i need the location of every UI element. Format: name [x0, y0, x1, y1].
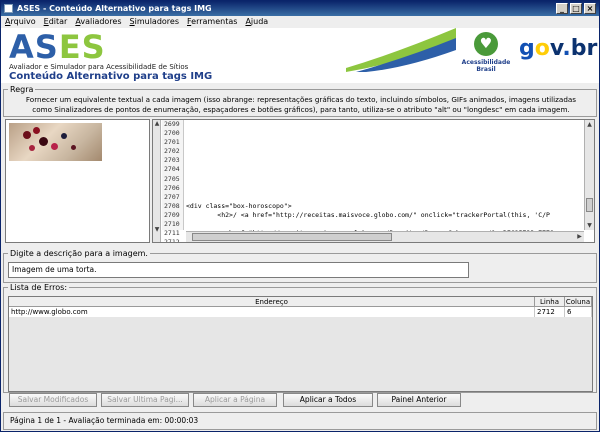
menu-simuladores[interactable]: Simuladores: [130, 16, 179, 28]
scroll-down-arrow-icon[interactable]: ▼: [585, 221, 594, 230]
window-title: ASES - Conteúdo Alternativo para tags IM…: [17, 4, 212, 13]
line-number: 2712: [164, 238, 180, 243]
line-number: 2711: [164, 229, 180, 238]
gov-br-logo: gov.br: [519, 36, 598, 61]
code-line: <h2>/ <a href="http://receitas.maisvoce.…: [186, 210, 550, 219]
close-button[interactable]: ×: [584, 3, 596, 14]
menu-ferramentas[interactable]: Ferramentas: [187, 16, 237, 28]
menu-avaliadores[interactable]: Avaliadores: [75, 16, 121, 28]
line-number: 2708: [164, 201, 180, 210]
rule-panel: Regra Fornecer um equivalente textual a …: [3, 85, 597, 117]
page-title: Conteúdo Alternativo para tags IMG: [9, 71, 213, 82]
scroll-up-icon[interactable]: ▲: [153, 120, 161, 128]
image-preview-pane: [5, 119, 150, 243]
save-last-page-button[interactable]: Salvar Ultima Pagi...: [101, 393, 189, 407]
source-code-pane[interactable]: ▲ ▼ 2699 2700 2701 2702 2703 2704 2705 2706 2707…: [152, 119, 595, 243]
menu-ajuda[interactable]: Ajuda: [245, 16, 268, 28]
errors-table: Endereço Linha Coluna http://www.globo.c…: [8, 296, 593, 392]
scroll-up-arrow-icon[interactable]: ▲: [585, 120, 594, 129]
line-number: 2699: [164, 120, 180, 128]
scroll-down-icon[interactable]: ▼: [153, 226, 161, 234]
rule-title: Regra: [8, 85, 36, 95]
errors-panel: Lista de Erros: Endereço Linha Coluna ht…: [3, 283, 597, 393]
minimize-button[interactable]: _: [556, 3, 568, 14]
app-window: ASES - Conteúdo Alternativo para tags IM…: [0, 0, 600, 432]
line-number-gutter: 2699 2700 2701 2702 2703 2704 2705 2706 2707 2708…: [162, 120, 184, 242]
logo-subtitle: Avaliador e Simulador para Acessibilidad…: [9, 63, 189, 71]
line-number: 2709: [164, 210, 180, 219]
horizontal-scroll-thumb[interactable]: [192, 233, 392, 241]
line-number: 2704: [164, 165, 180, 174]
status-bar: Página 1 de 1 - Avaliação terminada em: …: [3, 412, 597, 430]
header-linha[interactable]: Linha: [535, 297, 565, 306]
line-number: 2700: [164, 129, 180, 138]
line-number: 2707: [164, 192, 180, 201]
errors-title: Lista de Erros:: [8, 283, 70, 293]
cell-linha: 2712: [535, 307, 565, 317]
header-banner: ASES Avaliador e Simulador para Acessibi…: [1, 28, 599, 83]
apply-all-button[interactable]: Aplicar a Todos: [283, 393, 373, 407]
image-thumbnail: [9, 123, 102, 161]
line-number: 2703: [164, 156, 180, 165]
code-text[interactable]: <div class="box-horoscopo"> <h2>/ <a hre…: [186, 120, 584, 242]
vertical-scroll-thumb[interactable]: [586, 198, 593, 212]
line-number: 2710: [164, 220, 180, 229]
apply-page-button[interactable]: Aplicar a Página: [193, 393, 277, 407]
acessibilidade-brasil-logo: ♥ Acessibilidade Brasil: [456, 32, 516, 80]
description-panel: Digite a descrição para a imagem. Imagem…: [3, 249, 597, 283]
line-number: 2702: [164, 147, 180, 156]
line-number: 2706: [164, 183, 180, 192]
table-row[interactable]: http://www.globo.com 2712 6: [9, 307, 592, 317]
accessibility-heart-icon: ♥: [474, 32, 498, 56]
header-endereco[interactable]: Endereço: [9, 297, 535, 306]
cell-coluna: 6: [565, 307, 592, 317]
line-number: 2701: [164, 138, 180, 147]
code-line: <div class="box-horoscopo">: [186, 201, 292, 210]
description-input[interactable]: Imagem de uma torta.: [8, 262, 469, 278]
menu-bar: Arquivo Editar Avaliadores Simuladores F…: [1, 16, 599, 28]
description-title: Digite a descrição para a imagem.: [8, 249, 150, 259]
swoosh-graphic: [346, 28, 456, 72]
scroll-right-arrow-icon[interactable]: ▶: [575, 232, 584, 241]
table-header: Endereço Linha Coluna: [9, 297, 592, 307]
rule-text: Fornecer um equivalente textual a cada i…: [25, 95, 577, 114]
menu-arquivo[interactable]: Arquivo: [5, 16, 36, 28]
header-coluna[interactable]: Coluna: [565, 297, 592, 306]
cell-endereco: http://www.globo.com: [9, 307, 535, 317]
title-bar: ASES - Conteúdo Alternativo para tags IM…: [1, 1, 599, 16]
horizontal-scrollbar[interactable]: ▶: [186, 231, 584, 242]
menu-editar[interactable]: Editar: [44, 16, 68, 28]
ases-logo: ASES: [9, 28, 106, 66]
line-number: 2705: [164, 174, 180, 183]
previous-panel-button[interactable]: Painel Anterior: [377, 393, 461, 407]
left-scrollbar[interactable]: ▲ ▼: [153, 120, 161, 242]
save-modified-button[interactable]: Salvar Modificados: [9, 393, 97, 407]
maximize-button[interactable]: □: [570, 3, 582, 14]
vertical-scrollbar[interactable]: ▲ ▼: [584, 120, 594, 230]
app-icon: [4, 4, 13, 13]
